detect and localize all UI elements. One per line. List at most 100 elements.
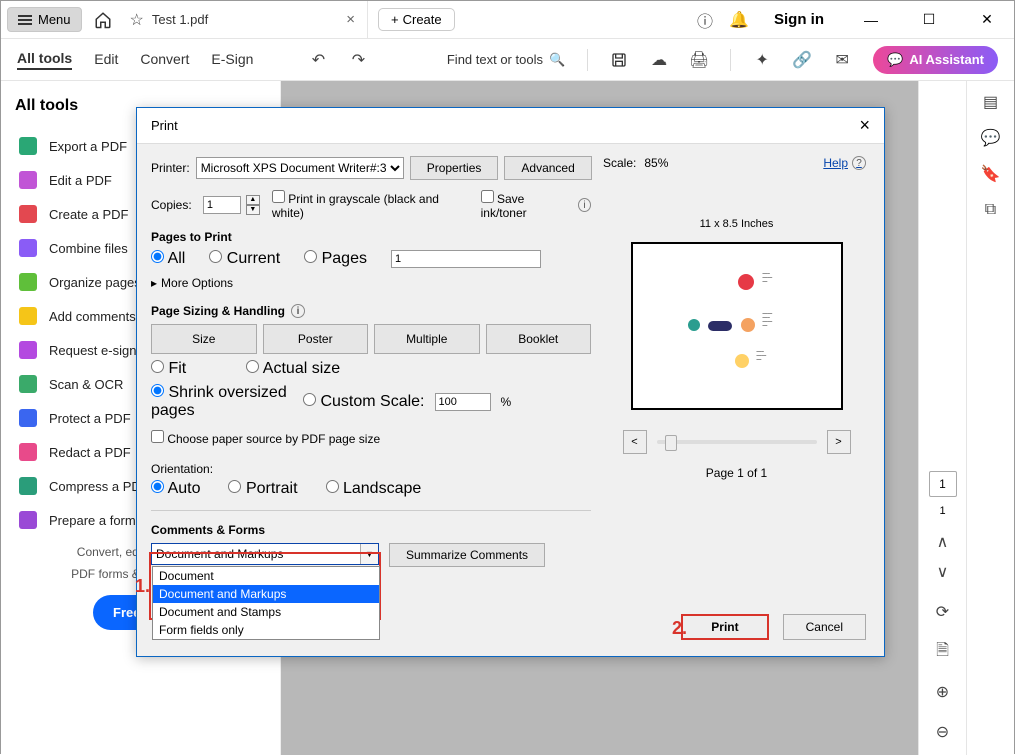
page-slider[interactable] <box>657 440 817 444</box>
advanced-button[interactable]: Advanced <box>504 156 591 180</box>
sidebar-item-label: Create a PDF <box>49 207 128 222</box>
export-icon <box>19 137 37 155</box>
pages-range-radio[interactable]: Pages <box>304 250 367 268</box>
esign-icon <box>19 341 37 359</box>
combine-icon <box>19 239 37 257</box>
save-icon[interactable] <box>610 51 628 69</box>
create-button[interactable]: +Create <box>378 8 455 31</box>
page-icon[interactable]: 🗎 <box>934 643 952 661</box>
shrink-radio[interactable]: Shrink oversized pages <box>151 384 293 420</box>
ai-label: AI Assistant <box>909 52 984 67</box>
custom-radio[interactable]: Custom Scale: <box>303 393 425 411</box>
dialog-titlebar: Print × <box>137 108 884 144</box>
page-thumbnail[interactable]: 1 <box>929 471 957 497</box>
pages-current-radio[interactable]: Current <box>209 250 280 268</box>
mail-icon[interactable]: ✉ <box>833 51 851 69</box>
fit-radio[interactable]: Fit <box>151 360 186 378</box>
page-next-button[interactable]: > <box>827 430 851 454</box>
document-tab[interactable]: ☆ Test 1.pdf × <box>118 1 368 39</box>
close-button[interactable]: ✕ <box>966 4 1008 36</box>
print-confirm-button[interactable]: Print <box>681 614 768 640</box>
poster-button[interactable]: Poster <box>263 324 369 354</box>
create-icon <box>19 205 37 223</box>
compress-icon <box>19 477 37 495</box>
summarize-comments-button[interactable]: Summarize Comments <box>389 543 545 567</box>
panel-icon-1[interactable]: ▤ <box>982 93 1000 111</box>
cloud-icon[interactable]: ☁ <box>650 51 668 69</box>
more-options-toggle[interactable]: ▸ More Options <box>151 276 591 290</box>
printer-select[interactable]: Microsoft XPS Document Writer#:3 <box>196 157 404 179</box>
edit-icon <box>19 171 37 189</box>
properties-button[interactable]: Properties <box>410 156 499 180</box>
print-cancel-button[interactable]: Cancel <box>783 614 866 640</box>
link-icon[interactable]: 🔗 <box>793 51 811 69</box>
redo-icon[interactable]: ↷ <box>349 51 367 69</box>
orient-auto-radio[interactable]: Auto <box>151 480 200 498</box>
orient-landscape-radio[interactable]: Landscape <box>326 480 422 498</box>
print-icon[interactable]: 🖨 <box>690 51 708 69</box>
spin-up[interactable]: ▲ <box>246 195 260 205</box>
preview-dimensions: 11 x 8.5 Inches <box>603 218 870 230</box>
tab-title: Test 1.pdf <box>152 12 208 27</box>
copies-spinner[interactable]: ▲▼ <box>246 195 260 215</box>
copies-input[interactable] <box>203 196 241 214</box>
tab-all-tools[interactable]: All tools <box>17 50 72 70</box>
multiple-button[interactable]: Multiple <box>374 324 480 354</box>
saveink-checkbox[interactable]: Save ink/toner <box>481 190 566 220</box>
info-icon[interactable]: i <box>578 198 591 212</box>
search-box[interactable]: Find text or tools🔍 <box>447 52 565 68</box>
sidebar-item-label: Scan & OCR <box>49 377 123 392</box>
cf-option-formfields[interactable]: Form fields only <box>153 621 379 639</box>
signin-link[interactable]: Sign in <box>774 11 824 28</box>
actual-radio[interactable]: Actual size <box>246 360 340 378</box>
cf-option-document[interactable]: Document <box>153 567 379 585</box>
window-controls: ⓘ 🔔 Sign in — ☐ ✕ <box>696 4 1014 36</box>
menu-button[interactable]: Menu <box>7 7 82 32</box>
preview-node <box>741 318 755 332</box>
chat-panel-icon[interactable]: 💬 <box>982 129 1000 147</box>
tab-esign[interactable]: E-Sign <box>211 51 253 69</box>
cf-option-markups[interactable]: Document and Markups <box>153 585 379 603</box>
grayscale-checkbox[interactable]: Print in grayscale (black and white) <box>272 190 458 220</box>
nav-up-icon[interactable]: ∧ <box>934 533 952 551</box>
star-icon[interactable]: ☆ <box>130 10 144 30</box>
copy-icon[interactable]: ⧉ <box>982 201 1000 219</box>
sidebar-item-label: Organize pages <box>49 275 141 290</box>
pages-all-radio[interactable]: All <box>151 250 185 268</box>
help-icon[interactable]: ⓘ <box>696 11 714 29</box>
nav-down-icon[interactable]: ∨ <box>934 563 952 581</box>
more-options-label: More Options <box>161 276 233 290</box>
sidebar-item-label: Add comments <box>49 309 136 324</box>
paper-source-checkbox[interactable]: Choose paper source by PDF page size <box>151 430 591 446</box>
home-button[interactable] <box>88 5 118 35</box>
page-prev-button[interactable]: < <box>623 430 647 454</box>
maximize-button[interactable]: ☐ <box>908 4 950 36</box>
help-link[interactable]: Help? <box>823 156 866 170</box>
spin-down[interactable]: ▼ <box>246 205 260 215</box>
zoom-out-icon[interactable]: ⊖ <box>934 723 952 741</box>
organize-icon <box>19 273 37 291</box>
orient-portrait-radio[interactable]: Portrait <box>228 480 297 498</box>
tab-close-button[interactable]: × <box>346 11 355 28</box>
prepare-icon <box>19 511 37 529</box>
tab-edit[interactable]: Edit <box>94 51 118 69</box>
booklet-button[interactable]: Booklet <box>486 324 592 354</box>
sparkle-icon[interactable]: ✦ <box>753 51 771 69</box>
pages-range-input[interactable] <box>391 250 541 268</box>
minimize-button[interactable]: — <box>850 4 892 36</box>
bookmark-icon[interactable]: 🔖 <box>982 165 1000 183</box>
comments-icon <box>19 307 37 325</box>
custom-scale-input[interactable] <box>435 393 491 411</box>
refresh-icon[interactable]: ⟳ <box>934 603 952 621</box>
size-button[interactable]: Size <box>151 324 257 354</box>
info-icon[interactable]: i <box>291 304 305 318</box>
undo-icon[interactable]: ↶ <box>309 51 327 69</box>
zoom-in-icon[interactable]: ⊕ <box>934 683 952 701</box>
preview-text: ━━━━━━━━━━━━━ <box>763 312 813 328</box>
dialog-close-button[interactable]: × <box>859 115 870 136</box>
tab-convert[interactable]: Convert <box>140 51 189 69</box>
cf-option-stamps[interactable]: Document and Stamps <box>153 603 379 621</box>
sidebar-item-label: Redact a PDF <box>49 445 131 460</box>
bell-icon[interactable]: 🔔 <box>730 11 748 29</box>
ai-assistant-button[interactable]: 💬AI Assistant <box>873 46 998 74</box>
